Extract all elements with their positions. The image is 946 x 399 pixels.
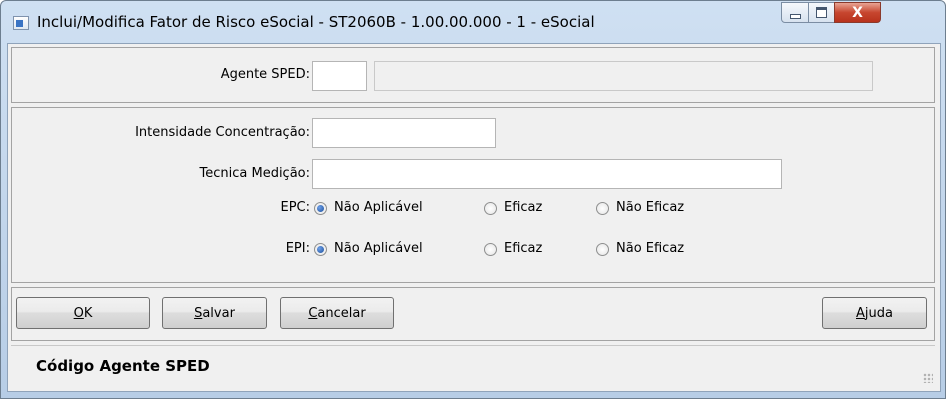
close-button[interactable]: X [834,2,881,23]
epc-label: EPC: [280,200,310,215]
tecnica-medicao-label: Tecnica Medição: [199,166,311,181]
tecnica-medicao-input[interactable] [312,159,782,189]
epi-label: EPI: [285,241,310,256]
epc-nao-eficaz-radio[interactable] [596,202,609,215]
dialog-window: Inclui/Modifica Fator de Risco eSocial -… [0,0,946,399]
close-icon: X [852,4,863,21]
ok-button[interactable]: OK [16,297,150,329]
mnemonic-letter: O [73,305,84,321]
agente-panel: Agente SPED: [11,47,935,103]
salvar-button[interactable]: Salvar [162,297,267,329]
mnemonic-letter: S [194,305,203,321]
maximize-icon [816,7,827,18]
epc-eficaz-label[interactable]: Eficaz [504,200,542,215]
epi-eficaz-radio[interactable] [484,243,497,256]
epc-nao-aplicavel-radio[interactable] [314,202,327,215]
epi-nao-eficaz-radio[interactable] [596,243,609,256]
agente-sped-description-field [374,61,873,91]
agente-sped-code-input[interactable] [312,61,367,91]
epi-radio-group: EPI: Não Aplicável Eficaz Não Eficaz [12,239,934,261]
maximize-button[interactable] [808,2,835,23]
button-panel: OK Salvar Cancelar Ajuda [11,287,935,341]
resize-grip-icon[interactable] [923,373,933,383]
dialog-client-area: Agente SPED: Intensidade Concentração: T… [7,43,941,392]
epi-eficaz-label[interactable]: Eficaz [504,241,542,256]
cancelar-button[interactable]: Cancelar [280,297,394,329]
mnemonic-letter: C [308,305,318,321]
epc-nao-eficaz-label[interactable]: Não Eficaz [616,200,684,215]
epi-nao-eficaz-label[interactable]: Não Eficaz [616,241,684,256]
minimize-icon [789,14,801,19]
title-bar[interactable]: Inclui/Modifica Fator de Risco eSocial -… [1,1,945,43]
details-panel: Intensidade Concentração: Tecnica Mediçã… [11,107,935,283]
ajuda-button[interactable]: Ajuda [822,297,927,329]
epc-radio-group: EPC: Não Aplicável Eficaz Não Eficaz [12,198,934,220]
agente-sped-label: Agente SPED: [220,67,310,82]
epi-nao-aplicavel-label[interactable]: Não Aplicável [334,241,423,256]
intensidade-concentracao-label: Intensidade Concentração: [135,125,310,140]
status-bar: Código Agente SPED [11,345,935,385]
epi-nao-aplicavel-radio[interactable] [314,243,327,256]
window-title: Inclui/Modifica Fator de Risco eSocial -… [37,13,595,31]
app-icon [13,16,29,30]
minimize-button[interactable] [781,2,809,23]
intensidade-concentracao-input[interactable] [312,118,496,148]
epc-eficaz-radio[interactable] [484,202,497,215]
epc-nao-aplicavel-label[interactable]: Não Aplicável [334,200,423,215]
status-text: Código Agente SPED [36,357,210,375]
mnemonic-letter: A [856,305,865,321]
